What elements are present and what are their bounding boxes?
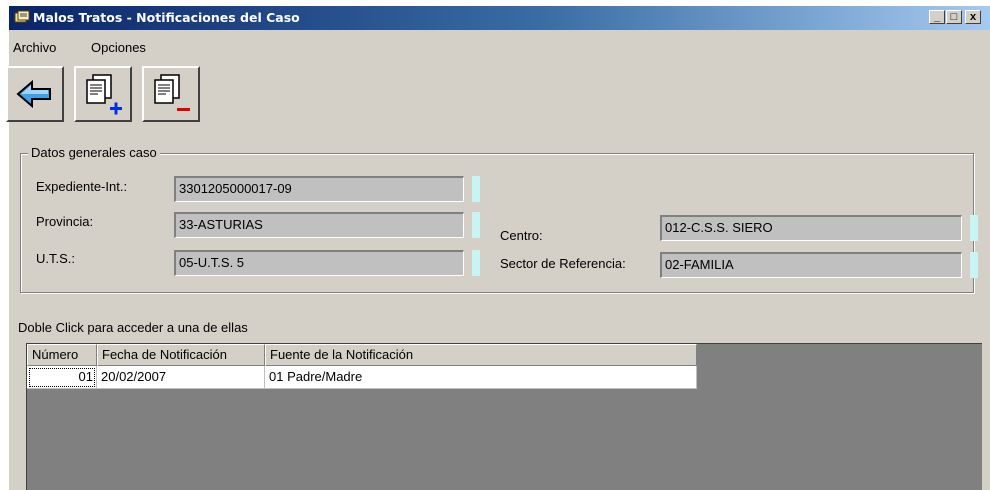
app-icon xyxy=(14,10,30,23)
expediente-field[interactable]: 3301205000017-09 xyxy=(174,176,464,202)
column-header-fecha[interactable]: Fecha de Notificación xyxy=(97,344,265,366)
expediente-marker xyxy=(472,176,480,202)
document-minus-icon xyxy=(154,74,190,111)
centro-label: Centro: xyxy=(500,228,543,243)
centro-marker xyxy=(970,215,978,241)
sector-label: Sector de Referencia: xyxy=(500,256,626,271)
group-legend: Datos generales caso xyxy=(28,145,160,160)
back-button[interactable] xyxy=(6,66,64,122)
provincia-marker xyxy=(472,212,480,238)
cell-numero[interactable]: 01 xyxy=(27,366,97,389)
menu-archivo[interactable]: Archivo xyxy=(13,40,56,55)
uts-marker xyxy=(472,250,480,276)
title-bar[interactable]: Malos Tratos - Notificaciones del Caso _… xyxy=(9,6,990,30)
uts-label: U.T.S.: xyxy=(36,251,76,266)
provincia-label: Provincia: xyxy=(36,214,94,229)
centro-field[interactable]: 012-C.S.S. SIERO xyxy=(660,215,962,241)
add-notification-button[interactable] xyxy=(74,66,132,122)
sector-marker xyxy=(970,252,978,278)
column-header-fuente[interactable]: Fuente de la Notificación xyxy=(265,344,697,366)
menu-opciones[interactable]: Opciones xyxy=(91,40,146,55)
window-title: Malos Tratos - Notificaciones del Caso xyxy=(33,10,300,25)
column-header-numero[interactable]: Número xyxy=(27,344,97,366)
cell-fuente[interactable]: 01 Padre/Madre xyxy=(265,366,697,389)
remove-notification-button[interactable] xyxy=(142,66,200,122)
notifications-grid[interactable]: Número Fecha de Notificación Fuente de l… xyxy=(26,343,982,490)
close-button[interactable]: x xyxy=(965,10,981,24)
document-plus-icon xyxy=(86,74,122,115)
grid-hint: Doble Click para acceder a una de ellas xyxy=(18,320,248,335)
uts-field[interactable]: 05-U.T.S. 5 xyxy=(174,250,464,276)
cell-fecha[interactable]: 20/02/2007 xyxy=(97,366,265,389)
menu-bar: Archivo Opciones xyxy=(9,30,990,60)
maximize-button[interactable]: □ xyxy=(946,10,962,24)
back-arrow-icon xyxy=(16,79,51,109)
expediente-label: Expediente-Int.: xyxy=(36,179,128,194)
provincia-field[interactable]: 33-ASTURIAS xyxy=(174,212,464,238)
sector-field[interactable]: 02-FAMILIA xyxy=(660,252,962,278)
minimize-button[interactable]: _ xyxy=(929,10,945,24)
